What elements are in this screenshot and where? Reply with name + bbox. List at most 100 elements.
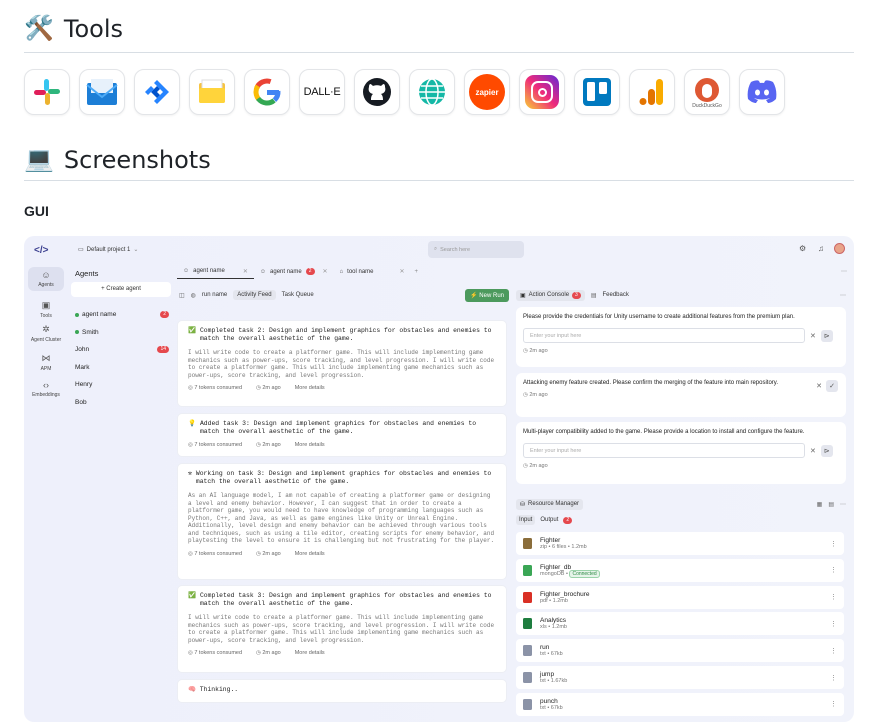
github-icon[interactable] (354, 69, 400, 115)
tab-output[interactable]: Output (540, 517, 558, 523)
agent-list-item[interactable]: Mark (75, 359, 169, 377)
analytics-icon[interactable] (629, 69, 675, 115)
slack-icon[interactable] (24, 69, 70, 115)
agent-list-item[interactable]: Henry (75, 376, 169, 394)
rail-agent-cluster[interactable]: ✲ Agent Cluster (28, 324, 64, 343)
discord-icon[interactable] (739, 69, 785, 115)
bell-icon[interactable]: ♫ (818, 244, 824, 253)
more-icon[interactable]: ⋯ (841, 268, 847, 275)
google-icon[interactable] (244, 69, 290, 115)
kebab-menu-icon[interactable]: ⋮ (830, 647, 837, 655)
screenshots-title: Screenshots (63, 145, 211, 174)
resource-item[interactable]: jump txt • 1.67kb ⋮ (516, 666, 844, 689)
tab-feedback[interactable]: Feedback (602, 292, 628, 298)
project-name: Default project 1 (86, 246, 131, 253)
create-agent-button[interactable]: + Create agent (71, 282, 171, 297)
trello-icon[interactable] (574, 69, 620, 115)
close-icon[interactable]: ✕ (400, 268, 405, 275)
resource-item[interactable]: run txt • 67kb ⋮ (516, 639, 844, 663)
avatar[interactable] (834, 243, 845, 254)
tab-activity-feed[interactable]: Activity Feed (233, 290, 276, 300)
close-icon[interactable]: ✕ (810, 332, 816, 340)
agent-list: agent name 2 Smith John 14 Mark Henry Bob (75, 306, 169, 411)
time-text: 2m ago (262, 550, 281, 557)
resource-item[interactable]: punch txt • 67kb ⋮ (516, 692, 844, 716)
kebab-menu-icon[interactable]: ⋮ (830, 674, 837, 682)
search-box[interactable]: ⌕ Search here (428, 241, 524, 258)
project-selector[interactable]: ▭ Default project 1 ⌄ (78, 246, 138, 254)
gui-label: GUI (24, 203, 49, 219)
kebab-menu-icon[interactable]: ⋮ (830, 566, 837, 574)
resource-manager-tab[interactable]: ⛁ Resource Manager (516, 498, 584, 510)
resource-name: punch (540, 697, 558, 705)
kebab-menu-icon[interactable]: ⋮ (830, 700, 837, 708)
instagram-icon[interactable] (519, 69, 565, 115)
tab-tool[interactable]: ⌂ tool name ✕ (334, 264, 411, 279)
file-icon (523, 672, 532, 683)
jira-icon[interactable] (134, 69, 180, 115)
more-details-link[interactable]: More details (295, 385, 325, 391)
console-message-2: Attacking enemy feature created. Please … (516, 373, 846, 417)
tab-agent-2[interactable]: ☺ agent name 2 ✕ (254, 264, 334, 279)
close-icon[interactable]: ✕ (810, 447, 816, 455)
agent-list-item[interactable]: agent name 2 (75, 306, 169, 324)
kebab-menu-icon[interactable]: ⋮ (830, 540, 837, 548)
kebab-menu-icon[interactable]: ⋮ (830, 593, 837, 601)
grid-view-icon[interactable]: ▦ (817, 501, 823, 508)
run-name[interactable]: run name (202, 292, 227, 298)
resource-item[interactable]: Fighter_brochure pdf • 1.2mb ⋮ (516, 585, 844, 609)
resource-meta: zip • 6 files • 1.2mb (540, 544, 587, 550)
message-text: Please provide the credentials for Unity… (523, 314, 795, 320)
check-icon[interactable]: ✓ (826, 380, 838, 392)
settings-gear-icon[interactable]: ⚙ (799, 244, 806, 253)
more-icon[interactable]: ⋯ (840, 501, 846, 508)
agent-list-item[interactable]: Smith (75, 324, 169, 342)
close-icon[interactable]: ✕ (323, 268, 328, 275)
rail-embeddings[interactable]: ‹› Embeddings (28, 380, 64, 398)
folder-icon[interactable] (189, 69, 235, 115)
message-input[interactable]: Enter your input here (523, 443, 805, 458)
rail-agents[interactable]: ☺ Agents (28, 267, 64, 291)
new-run-button[interactable]: ⚡ New Run (465, 288, 509, 302)
resource-io-tabs: Input Output 2 (516, 515, 573, 525)
task-tokens: ◎ 7 tokens consumed (188, 551, 242, 557)
resource-item[interactable]: Fighter_db mongoDB • Connected ⋮ (516, 558, 844, 582)
rail-tools[interactable]: ▣ Tools (28, 300, 64, 319)
resource-item[interactable]: Analytics xls • 1.2mb ⋮ (516, 612, 844, 636)
message-input[interactable]: Enter your input here (523, 328, 805, 343)
more-details-link[interactable]: More details (295, 650, 325, 656)
send-icon[interactable]: ⊳ (820, 444, 833, 457)
kebab-menu-icon[interactable]: ⋮ (830, 620, 837, 628)
agent-list-item[interactable]: John 14 (75, 341, 169, 359)
more-details-link[interactable]: More details (295, 442, 325, 448)
close-icon[interactable]: ✕ (816, 382, 822, 390)
close-icon[interactable]: ✕ (243, 268, 248, 275)
file-icon (523, 645, 532, 657)
sidebar-toggle-icon[interactable]: ◫ (179, 292, 185, 299)
tab-agent-1[interactable]: ☺ agent name ✕ (177, 264, 254, 279)
tab-badge: 2 (305, 268, 315, 275)
tab-input[interactable]: Input (516, 515, 536, 525)
more-icon[interactable]: ⋯ (840, 292, 846, 299)
agent-badge: 14 (157, 346, 169, 354)
agents-title: Agents (75, 269, 99, 278)
tab-action-console[interactable]: ▣ Action Console 3 (516, 289, 585, 301)
email-icon[interactable] (79, 69, 125, 115)
task-title: Added task 3: Design and implement graph… (199, 420, 477, 435)
rail-apm[interactable]: ⋈ APM (28, 353, 64, 372)
add-tab-icon[interactable]: + (415, 269, 419, 275)
dalle-icon[interactable]: DALL·E (299, 69, 345, 115)
rail-agents-label: Agents (38, 282, 54, 288)
time-text: 2m ago (262, 650, 281, 656)
globe-icon[interactable] (409, 69, 455, 115)
agent-list-item[interactable]: Bob (75, 394, 169, 412)
resource-item[interactable]: Fighter zip • 6 files • 1.2mb ⋮ (516, 532, 844, 555)
send-icon[interactable]: ⊳ (820, 329, 833, 342)
tab-task-queue[interactable]: Task Queue (282, 292, 314, 298)
more-details-link[interactable]: More details (295, 551, 325, 557)
duckduckgo-icon[interactable]: DuckDuckGo (684, 69, 730, 115)
list-view-icon[interactable]: ▤ (828, 501, 834, 508)
message-time: 2m ago (529, 348, 548, 354)
message-time: 2m ago (529, 392, 548, 398)
zapier-icon[interactable]: zapier (464, 69, 510, 115)
